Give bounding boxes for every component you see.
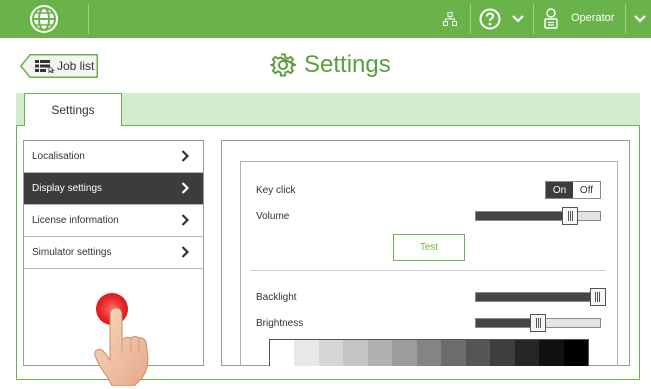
chevron-right-icon bbox=[181, 150, 189, 162]
backlight-slider[interactable] bbox=[475, 288, 606, 306]
slider-fill bbox=[476, 212, 571, 220]
chevron-right-icon bbox=[181, 182, 189, 194]
user-label[interactable]: Operator bbox=[571, 12, 614, 24]
job-list-back-button[interactable]: Job list bbox=[20, 54, 98, 78]
brightness-label: Brightness bbox=[256, 318, 304, 329]
top-bar: Operator bbox=[0, 0, 651, 38]
menu-item-label: Simulator settings bbox=[32, 247, 112, 258]
backlight-label: Backlight bbox=[256, 292, 297, 303]
chevron-down-icon[interactable] bbox=[634, 14, 646, 24]
brightness-slider[interactable] bbox=[475, 314, 601, 332]
help-icon[interactable] bbox=[479, 8, 501, 30]
tab-settings[interactable]: Settings bbox=[24, 93, 122, 126]
chevron-right-icon bbox=[181, 214, 189, 226]
slider-fill bbox=[476, 319, 538, 327]
grayscale-swatch bbox=[392, 340, 417, 366]
menu-item-label: License information bbox=[32, 215, 119, 226]
topbar-divider bbox=[533, 4, 534, 34]
gear-icon bbox=[270, 53, 296, 77]
topbar-divider bbox=[470, 4, 471, 34]
grayscale-swatch bbox=[563, 340, 588, 366]
grayscale-swatch bbox=[416, 340, 442, 366]
test-button[interactable]: Test bbox=[393, 234, 465, 261]
operator-icon bbox=[544, 8, 558, 29]
grayscale-swatch bbox=[270, 340, 295, 366]
key-click-toggle[interactable]: On Off bbox=[545, 181, 601, 199]
toggle-off-option[interactable]: Off bbox=[573, 182, 600, 198]
back-button-label: Job list bbox=[57, 59, 95, 73]
grayscale-test-pattern bbox=[269, 339, 589, 366]
grayscale-swatch bbox=[490, 340, 515, 366]
slider-thumb[interactable] bbox=[589, 288, 606, 306]
volume-label: Volume bbox=[256, 211, 290, 222]
grayscale-swatch bbox=[514, 340, 540, 366]
menu-item-simulator-settings[interactable]: Simulator settings bbox=[24, 237, 203, 269]
chevron-down-icon[interactable] bbox=[512, 14, 524, 24]
grayscale-swatch bbox=[294, 340, 319, 366]
grayscale-swatch bbox=[367, 340, 393, 366]
menu-item-display-settings[interactable]: Display settings bbox=[24, 173, 203, 205]
page-title: Settings bbox=[270, 49, 391, 81]
slider-thumb[interactable] bbox=[562, 207, 579, 225]
slider-fill bbox=[476, 293, 598, 301]
menu-item-label: Localisation bbox=[32, 151, 85, 162]
topbar-divider bbox=[88, 4, 89, 34]
chevron-right-icon bbox=[181, 246, 189, 258]
volume-slider[interactable] bbox=[475, 207, 601, 225]
grayscale-swatch bbox=[465, 340, 491, 366]
network-icon bbox=[443, 12, 457, 26]
key-click-label: Key click bbox=[256, 185, 296, 196]
grayscale-swatch bbox=[539, 340, 564, 366]
grayscale-swatch bbox=[318, 340, 344, 366]
pointing-hand-icon bbox=[94, 307, 149, 386]
slider-thumb[interactable] bbox=[530, 314, 546, 332]
page-title-text: Settings bbox=[304, 51, 391, 78]
menu-item-label: Display settings bbox=[32, 183, 103, 194]
menu-item-license-information[interactable]: License information bbox=[24, 205, 203, 237]
toggle-on-option[interactable]: On bbox=[546, 182, 573, 198]
section-divider bbox=[250, 270, 606, 271]
grayscale-swatch bbox=[343, 340, 368, 366]
topbar-divider bbox=[625, 4, 626, 34]
job-list-icon bbox=[35, 60, 55, 73]
menu-item-localisation[interactable]: Localisation bbox=[24, 141, 203, 173]
grayscale-swatch bbox=[441, 340, 466, 366]
globe-icon[interactable] bbox=[30, 5, 58, 33]
